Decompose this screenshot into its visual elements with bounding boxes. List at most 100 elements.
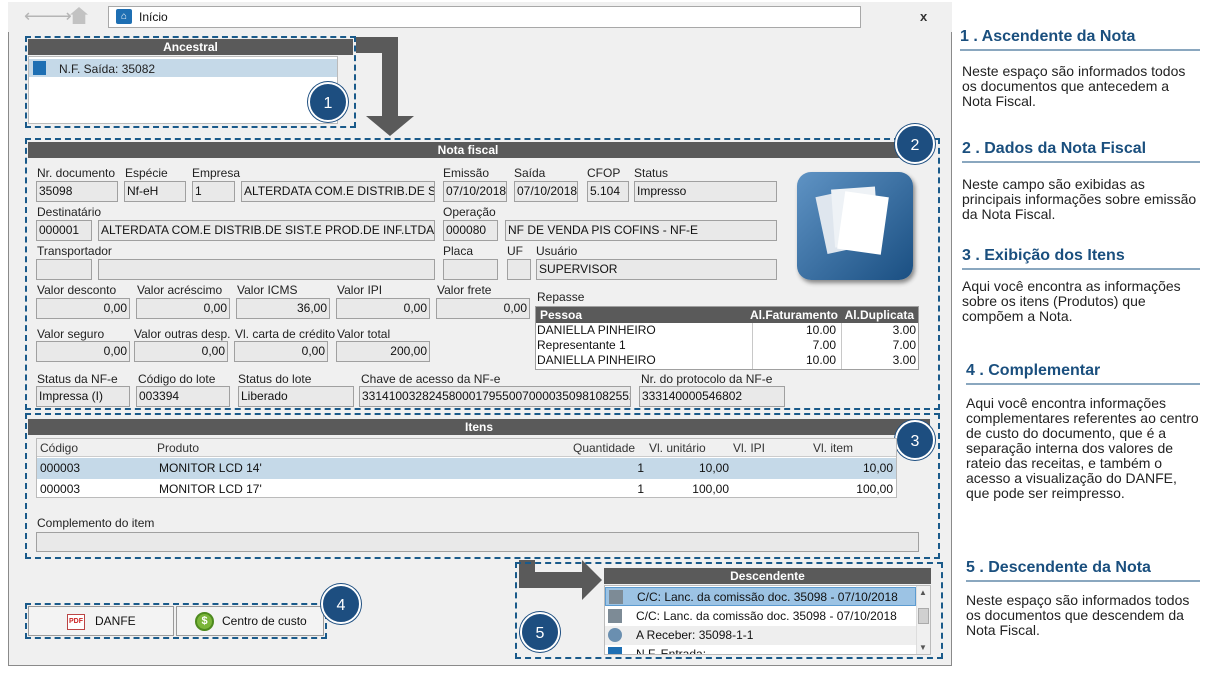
field-nr-documento[interactable]: 35098 xyxy=(36,181,118,202)
danfe-button[interactable]: PDF DANFE xyxy=(28,606,174,636)
field-destinatario-nome[interactable]: ALTERDATA COM.E DISTRIB.DE SIST.E PROD.D… xyxy=(98,220,435,241)
col-vl-unitario[interactable]: Vl. unitário xyxy=(649,439,706,457)
side-section-1: 1 . Ascendente da Nota Neste espaço são … xyxy=(960,28,1200,109)
col-quantidade[interactable]: Quantidade xyxy=(573,439,635,457)
label-cfop: CFOP xyxy=(587,166,621,180)
field-valor-desconto[interactable]: 0,00 xyxy=(36,298,130,319)
side-text: Aqui você encontra as informações sobre … xyxy=(962,278,1181,324)
label-valor-acrescimo: Valor acréscimo xyxy=(137,283,223,297)
table-row[interactable]: 000003 MONITOR LCD 14' 1 10,00 10,00 xyxy=(37,458,896,479)
item-vl-unitario: 100,00 xyxy=(692,482,729,496)
field-valor-acrescimo[interactable]: 0,00 xyxy=(136,298,230,319)
item-quantidade: 1 xyxy=(637,461,644,475)
field-empresa-nome[interactable]: ALTERDATA COM.E DISTRIB.DE SIST xyxy=(241,181,435,202)
label-valor-frete: Valor frete xyxy=(437,283,492,297)
label-destinatario: Destinatário xyxy=(37,205,102,219)
item-produto: MONITOR LCD 17' xyxy=(159,482,262,496)
field-saida[interactable]: 07/10/2018 xyxy=(514,181,578,202)
list-item[interactable]: C/C: Lanc. da comissão doc. 35098 - 07/1… xyxy=(605,587,916,606)
table-row[interactable]: 000003 MONITOR LCD 17' 1 100,00 100,00 xyxy=(37,479,896,500)
label-valor-desconto: Valor desconto xyxy=(37,283,117,297)
field-valor-icms[interactable]: 36,00 xyxy=(236,298,330,319)
badge-1: 1 xyxy=(308,82,348,122)
item-vl-item: 10,00 xyxy=(862,461,893,475)
side-section-3: 3 . Exibição dos Itens Aqui você encontr… xyxy=(962,247,1200,324)
label-valor-icms: Valor ICMS xyxy=(237,283,298,297)
field-valor-ipi[interactable]: 0,00 xyxy=(336,298,430,319)
field-status-lote[interactable]: Liberado xyxy=(238,386,354,407)
side-section-4: 4 . Complementar Aqui você encontra info… xyxy=(966,362,1200,501)
field-operacao-codigo[interactable]: 000080 xyxy=(443,220,498,241)
field-valor-outras[interactable]: 0,00 xyxy=(134,341,228,362)
descendente-list[interactable]: C/C: Lanc. da comissão doc. 35098 - 07/1… xyxy=(604,585,931,655)
repasse-row[interactable]: DANIELLA PINHEIRO 10.00 3.00 xyxy=(536,353,918,368)
field-emissao[interactable]: 07/10/2018 xyxy=(443,181,507,202)
centro-custo-button[interactable]: $ Centro de custo xyxy=(176,606,324,636)
label-status: Status xyxy=(634,166,669,180)
repasse-duplicata: 3.00 xyxy=(892,353,916,367)
arrow-vertical xyxy=(382,37,398,119)
label-uf: UF xyxy=(507,244,523,258)
label-repasse: Repasse xyxy=(537,290,585,304)
descendente-header: Descendente xyxy=(604,568,931,584)
field-uf[interactable] xyxy=(507,259,531,280)
repasse-duplicata: 7.00 xyxy=(892,338,916,352)
scrollbar[interactable]: ▲ ▼ xyxy=(916,586,930,654)
repasse-header-row: Pessoa Al.Faturamento Al.Duplicata xyxy=(536,307,918,323)
account-icon xyxy=(608,609,622,623)
field-complemento-item[interactable] xyxy=(36,532,919,552)
side-text: Aqui você encontra informações complemen… xyxy=(966,395,1199,501)
arrow-head-down xyxy=(366,116,414,136)
label-operacao: Operação xyxy=(443,205,496,219)
field-valor-seguro[interactable]: 0,00 xyxy=(36,341,130,362)
field-empresa-codigo[interactable]: 1 xyxy=(192,181,235,202)
field-destinatario-codigo[interactable]: 000001 xyxy=(36,220,92,241)
ancestral-header: Ancestral xyxy=(28,39,353,55)
repasse-row[interactable]: Representante 1 7.00 7.00 xyxy=(536,338,918,353)
itens-header-row: Código Produto Quantidade Vl. unitário V… xyxy=(37,439,896,457)
label-complemento-item: Complemento do item xyxy=(37,516,155,530)
field-placa[interactable] xyxy=(443,259,498,280)
close-button[interactable]: x xyxy=(920,9,927,24)
field-valor-frete[interactable]: 0,00 xyxy=(436,298,530,319)
col-vl-item[interactable]: Vl. item xyxy=(813,439,853,457)
label-placa: Placa xyxy=(443,244,474,258)
list-item-label: C/C: Lanc. da comissão doc. 35098 - 07/1… xyxy=(636,609,897,623)
col-vl-ipi[interactable]: Vl. IPI xyxy=(733,439,765,457)
side-title: 2 . Dados da Nota Fiscal xyxy=(962,140,1147,157)
itens-table[interactable]: Código Produto Quantidade Vl. unitário V… xyxy=(36,438,897,498)
field-cfop[interactable]: 5.104 xyxy=(587,181,629,202)
list-item[interactable]: A Receber: 35098-1-1 xyxy=(605,626,916,645)
label-status-nfe: Status da NF-e xyxy=(37,372,118,386)
field-chave[interactable]: 3314100328245800017955007000035098108255… xyxy=(359,386,631,407)
field-valor-total[interactable]: 200,00 xyxy=(336,341,430,362)
field-operacao-nome[interactable]: NF DE VENDA PIS COFINS - NF-E xyxy=(505,220,777,241)
repasse-col-duplicata: Al.Duplicata xyxy=(844,308,914,322)
side-text: Neste espaço são informados todos os doc… xyxy=(966,592,1190,638)
field-especie[interactable]: Nf-eH xyxy=(124,181,186,202)
scroll-thumb[interactable] xyxy=(918,608,929,624)
field-status[interactable]: Impresso xyxy=(634,181,777,202)
repasse-table[interactable]: Pessoa Al.Faturamento Al.Duplicata DANIE… xyxy=(535,306,919,370)
field-transportador-codigo[interactable] xyxy=(36,259,92,280)
list-item[interactable]: C/C: Lanc. da comissão doc. 35098 - 07/1… xyxy=(605,607,916,626)
centro-custo-label: Centro de custo xyxy=(222,614,307,628)
field-protocolo[interactable]: 333140000546802 xyxy=(639,386,785,407)
item-codigo: 000003 xyxy=(40,461,81,475)
scroll-up-icon[interactable]: ▲ xyxy=(919,588,927,597)
pdf-icon: PDF xyxy=(67,614,85,630)
repasse-pessoa: DANIELLA PINHEIRO xyxy=(537,353,656,367)
field-transportador-nome[interactable] xyxy=(98,259,435,280)
repasse-row[interactable]: DANIELLA PINHEIRO 10.00 3.00 xyxy=(536,323,918,338)
field-usuario[interactable]: SUPERVISOR xyxy=(536,259,777,280)
side-text: Neste espaço são informados todos os doc… xyxy=(962,63,1186,109)
col-codigo[interactable]: Código xyxy=(40,439,78,457)
address-tab[interactable]: Início xyxy=(108,6,861,28)
field-codigo-lote[interactable]: 003394 xyxy=(136,386,230,407)
list-item[interactable]: N.F. Entrada: xyxy=(605,645,916,654)
col-produto[interactable]: Produto xyxy=(157,439,199,457)
scroll-down-icon[interactable]: ▼ xyxy=(919,643,927,652)
field-vl-carta[interactable]: 0,00 xyxy=(234,341,328,362)
forward-arrow-icon[interactable]: ⟶ xyxy=(46,7,72,25)
field-status-nfe[interactable]: Impressa (I) xyxy=(36,386,130,407)
